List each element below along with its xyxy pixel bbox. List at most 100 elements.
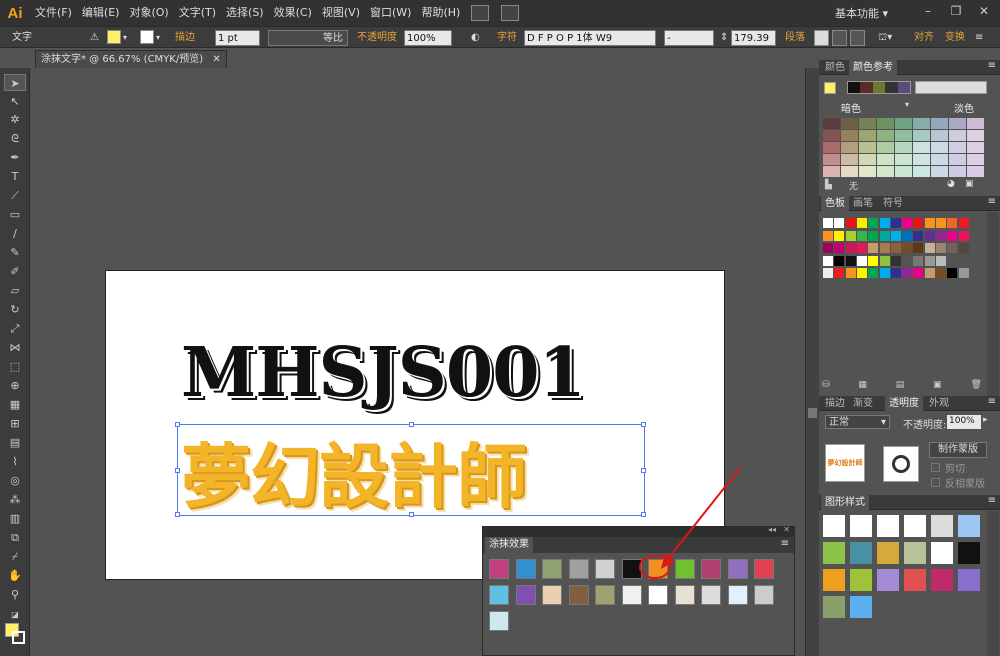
paintbrush-tool-icon[interactable]: ∕ <box>4 225 26 242</box>
color-swatch[interactable] <box>856 230 867 241</box>
menu-edit[interactable]: 编辑(E) <box>77 0 125 26</box>
close-tab-icon[interactable]: ✕ <box>212 54 220 65</box>
graph-tool-icon[interactable]: ▥ <box>4 510 26 527</box>
color-variation-swatch[interactable] <box>913 142 930 153</box>
color-variation-swatch[interactable] <box>931 166 948 177</box>
menu-view[interactable]: 视图(V) <box>317 0 365 26</box>
envelope-icon[interactable]: ⛫▾ <box>878 30 892 46</box>
color-swatch[interactable] <box>913 218 924 228</box>
menu-effect[interactable]: 效果(C) <box>269 0 317 26</box>
tab-brushes[interactable]: 画笔 <box>849 196 877 211</box>
font-style-field[interactable]: - <box>664 30 714 46</box>
color-swatch[interactable] <box>856 218 867 228</box>
graphic-style-swatch[interactable] <box>931 515 953 537</box>
color-swatch[interactable] <box>868 218 879 228</box>
color-variation-swatch[interactable] <box>949 142 966 153</box>
menu-file[interactable]: 文件(F) <box>30 0 77 26</box>
color-swatch[interactable] <box>913 268 924 278</box>
graphic-style-swatch[interactable] <box>904 569 926 591</box>
selection-bounding-box[interactable] <box>175 422 646 517</box>
color-variation-swatch[interactable] <box>841 166 858 177</box>
color-variation-swatch[interactable] <box>967 142 984 153</box>
font-size-field[interactable]: 179.39 <box>731 30 776 46</box>
eraser-tool-icon[interactable]: ▱ <box>4 282 26 299</box>
color-swatch[interactable] <box>879 255 890 266</box>
blend-tool-icon[interactable]: ◎ <box>4 472 26 489</box>
stroke-label[interactable]: 描边 <box>175 30 195 46</box>
menu-help[interactable]: 帮助(H) <box>416 0 465 26</box>
color-swatch[interactable] <box>902 268 913 278</box>
selection-handle[interactable] <box>641 468 646 473</box>
scribble-style-swatch[interactable] <box>595 559 615 579</box>
stroke-weight-field[interactable]: 1 pt <box>215 30 260 46</box>
panel-menu-icon[interactable]: ≡ <box>988 396 996 407</box>
color-variation-swatch[interactable] <box>967 166 984 177</box>
panel-menu-icon[interactable]: ≡ <box>988 495 996 506</box>
menu-object[interactable]: 对象(O) <box>124 0 173 26</box>
color-swatch[interactable] <box>845 243 856 253</box>
color-variation-swatch[interactable] <box>931 142 948 153</box>
color-variation-swatch[interactable] <box>877 154 894 165</box>
minimize-icon[interactable]: – <box>914 0 942 22</box>
color-variation-swatch[interactable] <box>913 118 930 129</box>
panel-menu-icon[interactable]: ≡ <box>988 196 996 207</box>
blend-mode-select[interactable]: 正常 ▾ <box>825 415 890 429</box>
harmony-strip[interactable] <box>847 81 911 94</box>
magic-wand-tool-icon[interactable]: ✲ <box>4 111 26 128</box>
color-variation-swatch[interactable] <box>823 130 840 141</box>
color-variation-swatch[interactable] <box>823 154 840 165</box>
swatches-grid[interactable] <box>823 214 983 284</box>
font-family-field[interactable]: D F P O P 1体 W9 <box>524 30 656 46</box>
color-swatch[interactable] <box>924 218 935 228</box>
graphic-style-swatch[interactable] <box>850 542 872 564</box>
fill-dropdown-icon[interactable]: ▾ <box>123 30 127 46</box>
transform-label[interactable]: 变换 <box>945 30 965 46</box>
line-tool-icon[interactable]: ⟋ <box>4 187 26 204</box>
document-tab[interactable]: 涂抹文字* @ 66.67% (CMYK/预览) ✕ <box>35 50 227 68</box>
color-swatch[interactable] <box>890 230 901 241</box>
graphic-style-swatch[interactable] <box>850 515 872 537</box>
scribble-style-swatch[interactable] <box>595 585 615 605</box>
color-variation-swatch[interactable] <box>931 154 948 165</box>
color-swatch[interactable] <box>936 243 946 253</box>
arrange-documents-icon[interactable] <box>501 5 520 21</box>
opacity-field[interactable]: 100% <box>404 30 452 46</box>
scribble-style-swatch[interactable] <box>489 611 509 631</box>
color-swatch[interactable] <box>902 230 913 241</box>
rectangle-tool-icon[interactable]: ▭ <box>4 206 26 223</box>
color-swatch[interactable] <box>936 255 946 266</box>
perspective-grid-tool-icon[interactable]: ▦ <box>4 396 26 413</box>
color-variation-swatch[interactable] <box>895 154 912 165</box>
color-swatch[interactable] <box>958 218 969 228</box>
color-swatch[interactable] <box>947 243 958 253</box>
tab-appearance[interactable]: 外观 <box>925 396 953 411</box>
color-swatch[interactable] <box>890 218 901 228</box>
color-swatch[interactable] <box>958 230 969 241</box>
mask-thumbnail[interactable] <box>883 446 919 482</box>
tab-graphic-styles[interactable]: 图形样式 <box>821 495 869 510</box>
color-swatch[interactable] <box>856 255 867 266</box>
color-variation-swatch[interactable] <box>931 130 948 141</box>
mesh-tool-icon[interactable]: ⊞ <box>4 415 26 432</box>
graphic-style-swatch[interactable] <box>823 515 845 537</box>
stroke-dropdown-icon[interactable]: ▾ <box>156 30 160 46</box>
scribble-style-swatch[interactable] <box>515 559 536 579</box>
color-swatch[interactable] <box>924 243 935 253</box>
color-swatch[interactable] <box>890 255 901 266</box>
color-swatch[interactable] <box>924 255 935 266</box>
color-variation-swatch[interactable] <box>913 130 930 141</box>
color-variation-swatch[interactable] <box>895 118 912 129</box>
edit-colors-icon[interactable]: ◕ <box>947 179 955 189</box>
delete-swatch-icon[interactable]: 🗑 <box>971 380 982 392</box>
symbol-sprayer-tool-icon[interactable]: ⁂ <box>4 491 26 508</box>
color-variation-swatch[interactable] <box>859 142 876 153</box>
color-swatch[interactable] <box>868 268 879 278</box>
type-tool-icon[interactable]: T <box>4 168 26 185</box>
scribble-style-swatch[interactable] <box>542 559 562 579</box>
close-icon[interactable]: ✕ <box>970 0 998 22</box>
graphic-styles-grid[interactable] <box>823 515 985 625</box>
color-swatch[interactable] <box>823 218 833 228</box>
workspace-switcher[interactable]: 基本功能 ▾ <box>835 5 888 21</box>
graphic-style-swatch[interactable] <box>904 542 926 564</box>
color-swatch[interactable] <box>924 268 935 278</box>
